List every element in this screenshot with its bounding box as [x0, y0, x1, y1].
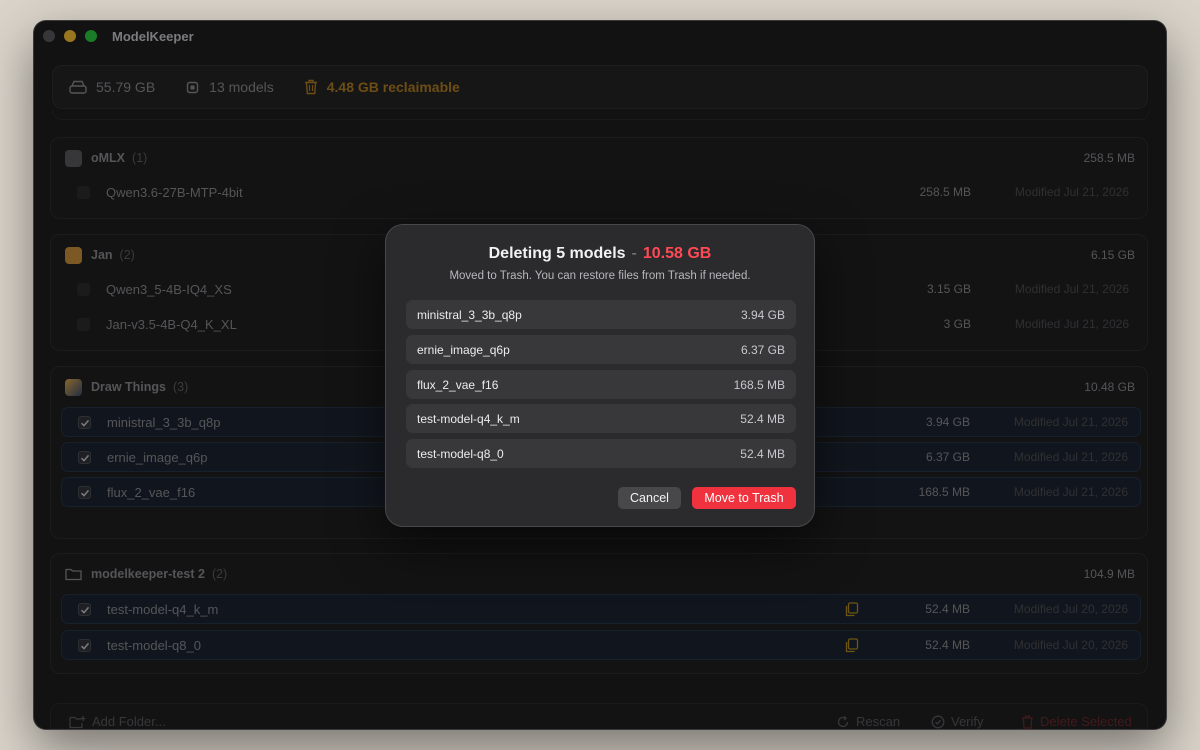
dialog-title: Deleting 5 models -10.58 GB	[386, 245, 814, 263]
delete-confirmation-dialog: Deleting 5 models -10.58 GB Moved to Tras…	[385, 224, 815, 527]
dialog-item-name: test-model-q8_0	[417, 447, 504, 462]
dialog-title-text: Deleting 5 models	[488, 245, 626, 262]
dialog-item: test-model-q8_0 52.4 MB	[406, 439, 796, 469]
dialog-item-name: ernie_image_q6p	[417, 342, 510, 357]
dialog-item-size: 52.4 MB	[740, 412, 785, 427]
dialog-item-name: flux_2_vae_f16	[417, 377, 499, 392]
dialog-item-size: 52.4 MB	[740, 447, 785, 462]
dialog-item-name: ministral_3_3b_q8p	[417, 308, 522, 322]
dialog-item: test-model-q4_k_m 52.4 MB	[406, 404, 796, 434]
dialog-total-size: 10.58 GB	[642, 245, 712, 262]
dialog-item-size: 6.37 GB	[740, 342, 785, 357]
dialog-item: ernie_image_q6p 6.37 GB	[406, 334, 796, 364]
dialog-item-size: 3.94 GB	[740, 308, 785, 322]
cancel-button[interactable]: Cancel	[618, 487, 681, 509]
dialog-item-name: test-model-q4_k_m	[417, 412, 520, 427]
dialog-subtitle: Moved to Trash. You can restore files fr…	[449, 270, 751, 282]
move-to-trash-button[interactable]: Move to Trash	[692, 487, 796, 509]
dialog-title-separator: -	[631, 245, 637, 262]
dialog-item-size: 168.5 MB	[733, 377, 785, 392]
dialog-item: flux_2_vae_f16 168.5 MB	[406, 369, 796, 399]
dialog-item-list: ministral_3_3b_q8p 3.94 GB ernie_image_q…	[406, 300, 796, 474]
dialog-item: ministral_3_3b_q8p 3.94 GB	[406, 300, 796, 329]
